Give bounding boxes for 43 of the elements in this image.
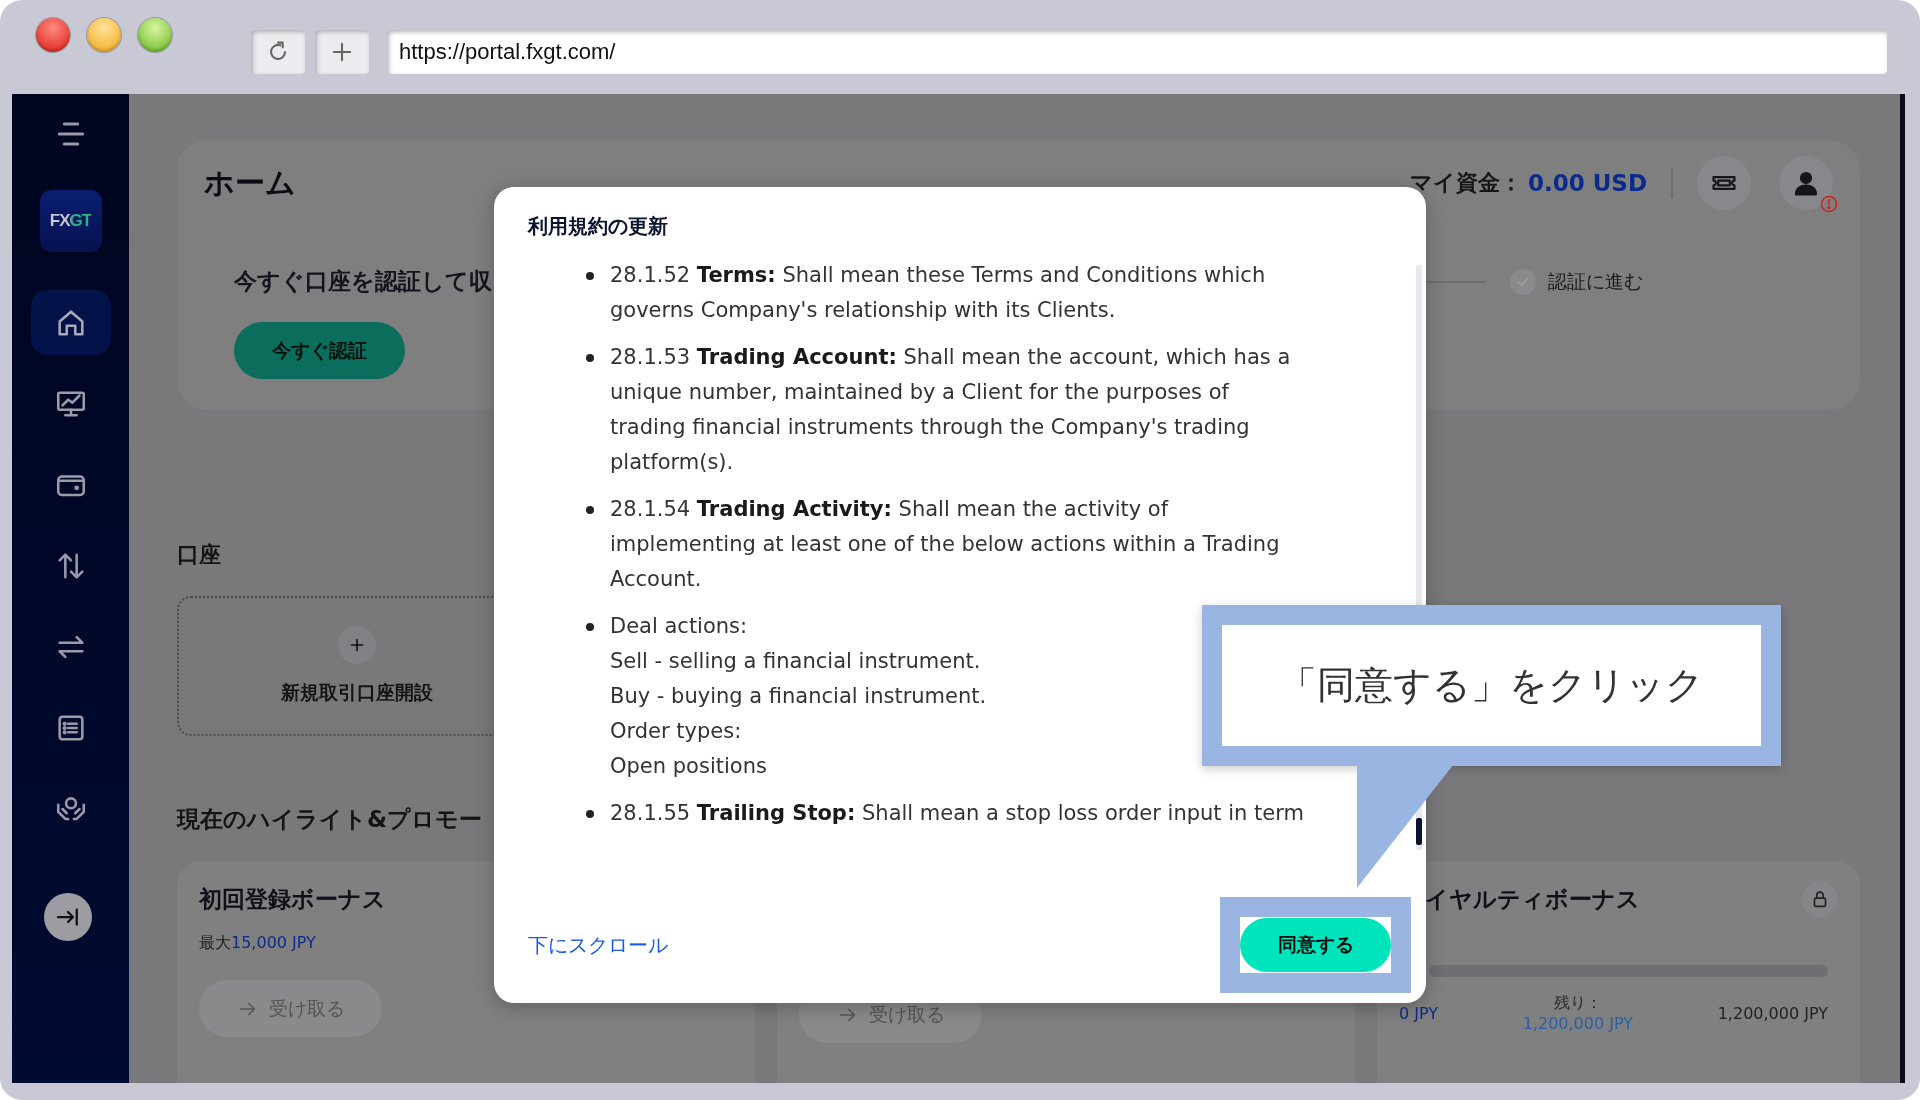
section-heading: 口座 [177,541,221,569]
collapse-button[interactable] [43,893,92,941]
balance-label: マイ資金： [1409,169,1522,197]
verify-button[interactable]: 今すぐ認証 [234,322,405,379]
page-title: ホーム [204,163,296,202]
bullet [586,506,594,514]
scroll-down-link[interactable]: 下にスクロール [528,931,668,959]
terms-text: Deal actions: [610,613,748,640]
new-tab-button[interactable] [315,30,369,74]
promo-subtitle: 最大15,000 JPY [199,933,316,954]
bullet [586,354,594,362]
address-bar[interactable]: https://portal.fxgt.com/ [387,30,1887,74]
profile-button[interactable] [1779,156,1833,210]
bullet [586,810,594,818]
terms-text: 28.1.53 Trading Account: Shall mean the account, which has a unique number, maintained by a Client for the purposes of trading financial instruments through the Company's trading platform(s). [610,344,1292,476]
progress-start: 0 JPY [1399,1003,1439,1023]
terms-text: 28.1.55 Trailing Stop: Shall mean a stop loss order input in term [610,800,1304,827]
terms-text: Order types: [610,718,742,745]
step-label: 認証に進む [1548,268,1643,294]
terms-text: Open positions [610,753,767,780]
promo-title: イヤルティボーナス [1425,884,1640,914]
callout: 「同意する」をクリック [1202,605,1781,766]
progress-end: 1,200,000 JPY [1717,1003,1828,1023]
nav-item[interactable] [30,290,111,355]
alert-icon [1819,194,1839,214]
bullet [586,623,594,631]
terms-text: Buy - buying a financial instrument. [610,683,987,710]
dialog-title: 利用規約の更新 [526,213,669,240]
remaining-value: 1,200,000 JPY [1522,1014,1634,1033]
terms-text: Sell - selling a financial instrument. [610,648,981,675]
close-button[interactable] [36,18,70,52]
agree-button[interactable]: 同意する [1240,918,1391,972]
logo: FXGT [39,190,102,252]
reload-button[interactable] [251,30,305,74]
section-heading: 現在のハイライト&プロモー [177,805,483,834]
remaining-label: 残り： [1553,993,1602,1014]
terms-text: 28.1.52 Terms: Shall mean these Terms and Conditions which governs Company's relationship with its Clients. [610,262,1267,324]
terms-text: 28.1.54 Trading Activity: Shall mean the activity of implementing at least one of the below actions within a Trading Account. [610,496,1281,593]
bullet [586,272,594,280]
promo-title: 初回登録ボーナス [199,884,386,914]
balance-value: 0.00 USD [1527,170,1647,196]
verify-prompt: 今すぐ口座を認証して収 [234,267,492,296]
new-account-label: 新規取引口座開設 [281,680,433,705]
